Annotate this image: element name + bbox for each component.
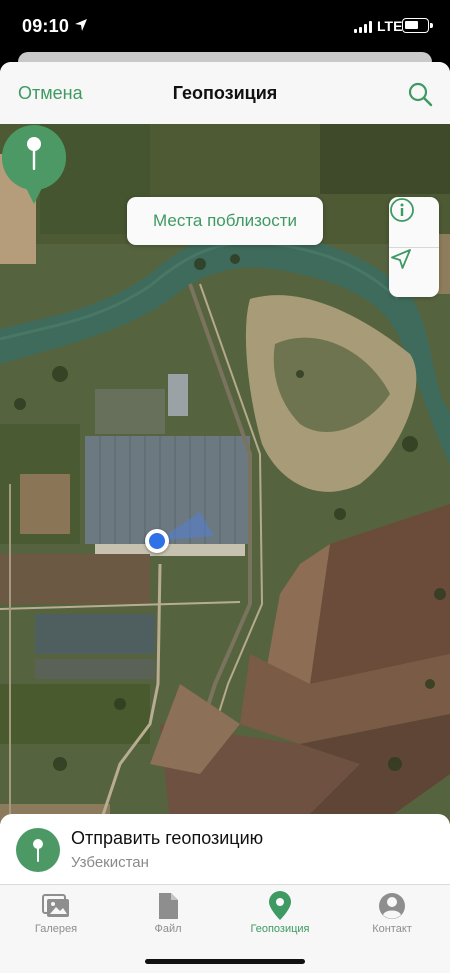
send-location-icon	[16, 828, 60, 872]
page-title: Геопозиция	[172, 83, 278, 103]
tab-gallery-label: Галерея	[34, 923, 78, 935]
current-location-dot	[145, 529, 169, 553]
tab-file-label: Файл	[154, 923, 182, 935]
file-icon	[159, 893, 178, 919]
nav-bar: Отмена Геопозиция	[0, 62, 450, 124]
nearby-places-button[interactable]: Места поблизости	[127, 197, 323, 245]
search-icon[interactable]	[406, 80, 434, 108]
tab-file[interactable]: Файл	[112, 885, 224, 945]
battery-icon	[402, 18, 433, 33]
tab-location-label: Геопозиция	[250, 923, 310, 935]
tab-contact-label: Контакт	[372, 923, 412, 935]
home-indicator	[145, 959, 305, 964]
network-type: LTE	[377, 18, 403, 34]
gallery-icon	[42, 894, 69, 917]
my-location-button[interactable]	[389, 247, 439, 297]
tab-gallery[interactable]: Галерея	[0, 885, 112, 945]
location-services-icon	[75, 19, 87, 31]
tab-contact[interactable]: Контакт	[336, 885, 448, 945]
map-controls	[389, 197, 439, 297]
info-icon	[390, 198, 414, 222]
send-location-row[interactable]: Отправить геопозицию Узбекистан	[0, 814, 450, 884]
cellular-signal-icon	[354, 21, 372, 33]
contact-icon	[379, 893, 405, 919]
status-time: 09:10	[22, 16, 70, 36]
location-pin-icon	[269, 891, 291, 920]
satellite-map[interactable]: Места поблизости	[0, 124, 450, 824]
status-bar: 09:10 LTE	[0, 0, 450, 52]
location-arrow-icon	[391, 249, 411, 269]
send-location-subtitle: Узбекистан	[71, 854, 149, 871]
location-sheet: Отмена Геопозиция Места поблизости Отпра…	[0, 62, 450, 973]
tab-location[interactable]: Геопозиция	[224, 885, 336, 945]
map-pin-icon[interactable]	[0, 124, 68, 206]
map-info-button[interactable]	[389, 197, 439, 247]
send-location-title: Отправить геопозицию	[71, 828, 264, 848]
